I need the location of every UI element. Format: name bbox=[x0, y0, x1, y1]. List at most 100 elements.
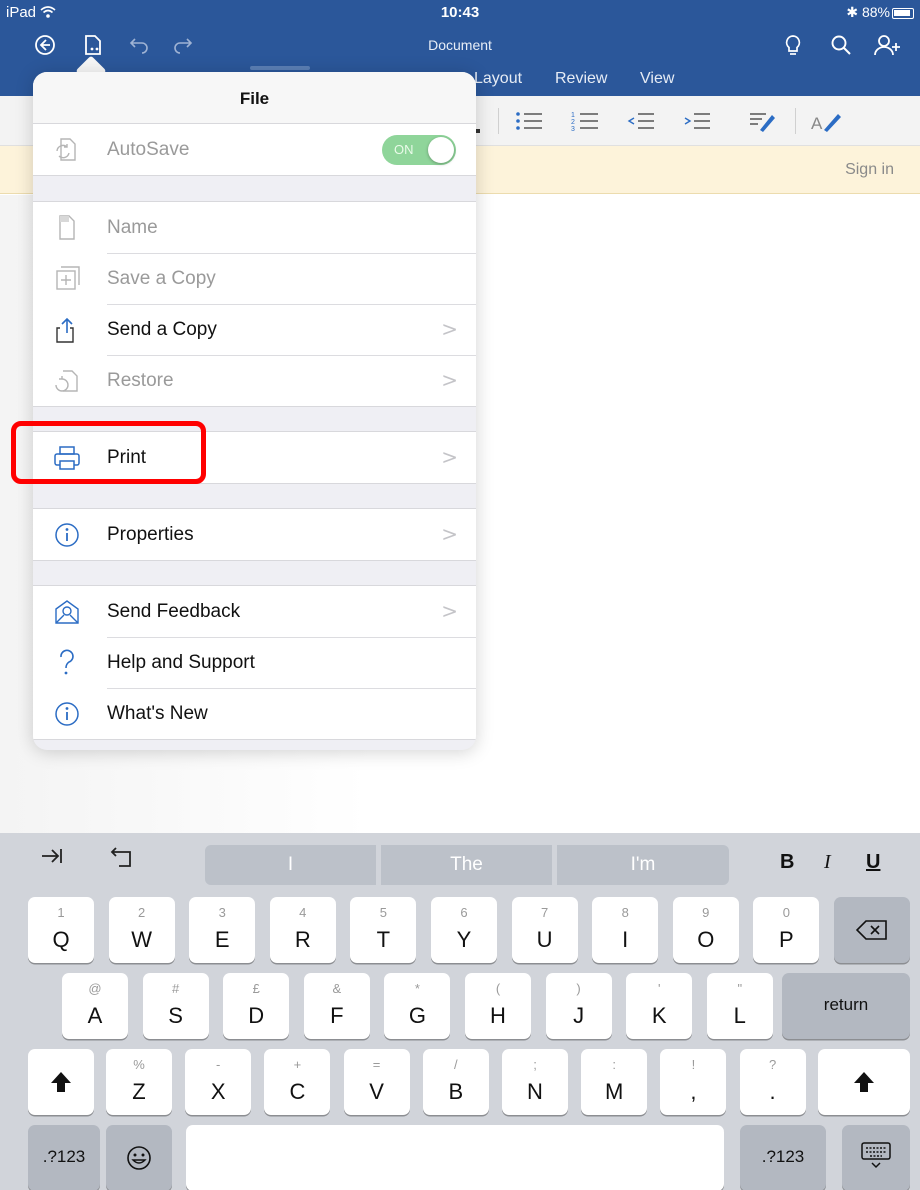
key-alt-char: / bbox=[453, 1057, 458, 1072]
key-char: V bbox=[369, 1079, 384, 1104]
undo-paste-icon[interactable] bbox=[110, 845, 134, 875]
popover-title: File bbox=[239, 89, 270, 108]
key[interactable]: = V bbox=[343, 1049, 410, 1115]
key[interactable]: ' K bbox=[626, 973, 693, 1039]
shift-right-key[interactable] bbox=[818, 1049, 910, 1115]
key[interactable]: 3E bbox=[189, 897, 256, 963]
share-person-icon[interactable] bbox=[868, 30, 908, 60]
key[interactable]: # S bbox=[142, 973, 209, 1039]
help-support-row[interactable]: Help and Support bbox=[33, 637, 476, 688]
key[interactable]: + C bbox=[264, 1049, 331, 1115]
key[interactable]: 9O bbox=[672, 897, 739, 963]
key[interactable]: & F bbox=[303, 973, 370, 1039]
key-alt-char: 5 bbox=[379, 905, 387, 920]
key[interactable]: 2W bbox=[108, 897, 175, 963]
increase-indent-icon[interactable] bbox=[682, 109, 710, 133]
numbers-key-left[interactable]: .?123 bbox=[28, 1125, 100, 1190]
file-menu-icon[interactable] bbox=[78, 30, 108, 60]
key[interactable]: 1Q bbox=[28, 897, 94, 963]
sign-in-link[interactable]: Sign in bbox=[845, 161, 894, 179]
key[interactable]: ; N bbox=[502, 1049, 568, 1115]
suggestion-2[interactable]: The bbox=[381, 845, 552, 885]
paragraph-styles-icon[interactable] bbox=[748, 109, 776, 133]
italic-button[interactable]: I bbox=[824, 851, 831, 874]
key[interactable]: 4R bbox=[269, 897, 336, 963]
key[interactable]: @ A bbox=[62, 973, 128, 1039]
save-copy-row: Save a Copy bbox=[33, 253, 476, 304]
lightbulb-icon[interactable] bbox=[778, 30, 808, 60]
key-char: L bbox=[733, 1003, 746, 1028]
key[interactable]: (H bbox=[465, 973, 531, 1039]
key-alt-char: : bbox=[612, 1057, 616, 1072]
bold-button[interactable]: B bbox=[780, 851, 794, 874]
key[interactable]: !, bbox=[660, 1049, 727, 1115]
key[interactable]: " L bbox=[706, 973, 773, 1039]
battery-percent: 88% bbox=[861, 4, 890, 20]
key[interactable]: 5T bbox=[350, 897, 417, 963]
key-alt-char: 1 bbox=[57, 905, 65, 920]
backspace-key[interactable] bbox=[834, 897, 910, 963]
whats-new-row[interactable]: What's New bbox=[33, 688, 476, 739]
suggestion-1[interactable]: I bbox=[205, 845, 376, 885]
onscreen-keyboard: I The I'm B I U 1Q2W3E4R5T6Y7U8I9O0P @ A #… bbox=[0, 833, 920, 1190]
emoji-key[interactable] bbox=[106, 1125, 172, 1190]
key[interactable]: 8I bbox=[592, 897, 659, 963]
key[interactable]: ) J bbox=[545, 973, 612, 1039]
bullets-icon[interactable] bbox=[514, 109, 542, 133]
key[interactable]: 6Y bbox=[431, 897, 497, 963]
space-bar[interactable] bbox=[186, 1125, 724, 1190]
key[interactable]: * G bbox=[384, 973, 451, 1039]
key[interactable]: 7U bbox=[511, 897, 578, 963]
tab-layout[interactable]: Layout bbox=[474, 70, 522, 88]
key-alt-char: ! bbox=[691, 1057, 696, 1072]
properties-row[interactable]: Properties > bbox=[33, 509, 476, 560]
help-icon bbox=[53, 649, 81, 677]
key-char: O bbox=[697, 927, 715, 952]
key[interactable]: ?. bbox=[739, 1049, 806, 1115]
key-char: P bbox=[779, 927, 794, 952]
key[interactable]: £ D bbox=[223, 973, 290, 1039]
tab-view[interactable]: View bbox=[640, 70, 674, 88]
return-key[interactable]: return bbox=[782, 973, 910, 1039]
undo-icon[interactable] bbox=[124, 30, 154, 60]
key-alt-char: & bbox=[332, 981, 342, 996]
svg-text:2: 2 bbox=[571, 119, 575, 126]
tab-key-icon[interactable] bbox=[40, 845, 64, 873]
back-icon[interactable] bbox=[30, 30, 60, 60]
autosave-toggle[interactable]: ON bbox=[382, 135, 456, 165]
key-alt-char: 3 bbox=[218, 905, 226, 920]
numbering-icon[interactable]: 123 bbox=[570, 109, 598, 133]
key-char: . bbox=[769, 1079, 776, 1104]
restore-label: Restore bbox=[107, 370, 174, 391]
numbers-label: .?123 bbox=[761, 1147, 805, 1166]
numbers-key-right[interactable]: .?123 bbox=[740, 1125, 826, 1190]
suggestion-3[interactable]: I'm bbox=[557, 845, 729, 885]
ipad-screen: iPad 10:43 ✱ 88% Document Layout Review … bbox=[0, 0, 920, 1190]
bluetooth-icon: ✱ bbox=[846, 4, 859, 20]
key-alt-char: 8 bbox=[621, 905, 629, 920]
send-feedback-row[interactable]: Send Feedback > bbox=[33, 586, 476, 637]
shift-left-key[interactable] bbox=[28, 1049, 94, 1115]
styles-icon[interactable]: A bbox=[810, 109, 841, 133]
search-icon[interactable] bbox=[826, 30, 856, 60]
key[interactable]: :M bbox=[581, 1049, 648, 1115]
key[interactable]: -X bbox=[185, 1049, 252, 1115]
key[interactable]: / B bbox=[422, 1049, 489, 1115]
status-time: 10:43 bbox=[440, 4, 480, 21]
decrease-indent-icon[interactable] bbox=[626, 109, 654, 133]
key-char: W bbox=[131, 927, 152, 952]
send-copy-row[interactable]: Send a Copy > bbox=[33, 304, 476, 355]
underline-button[interactable]: U bbox=[866, 851, 880, 874]
key-char: Q bbox=[52, 927, 70, 952]
tab-review[interactable]: Review bbox=[555, 70, 607, 88]
restore-icon bbox=[53, 367, 81, 395]
document-icon bbox=[53, 214, 81, 242]
key[interactable]: % Z bbox=[106, 1049, 172, 1115]
redo-icon[interactable] bbox=[168, 30, 198, 60]
key-char: D bbox=[248, 1003, 265, 1028]
send-feedback-label: Send Feedback bbox=[107, 601, 241, 622]
ribbon-divider bbox=[498, 108, 499, 134]
key[interactable]: 0P bbox=[753, 897, 820, 963]
hide-keyboard-key[interactable] bbox=[842, 1125, 910, 1190]
key-char: Y bbox=[456, 927, 472, 952]
